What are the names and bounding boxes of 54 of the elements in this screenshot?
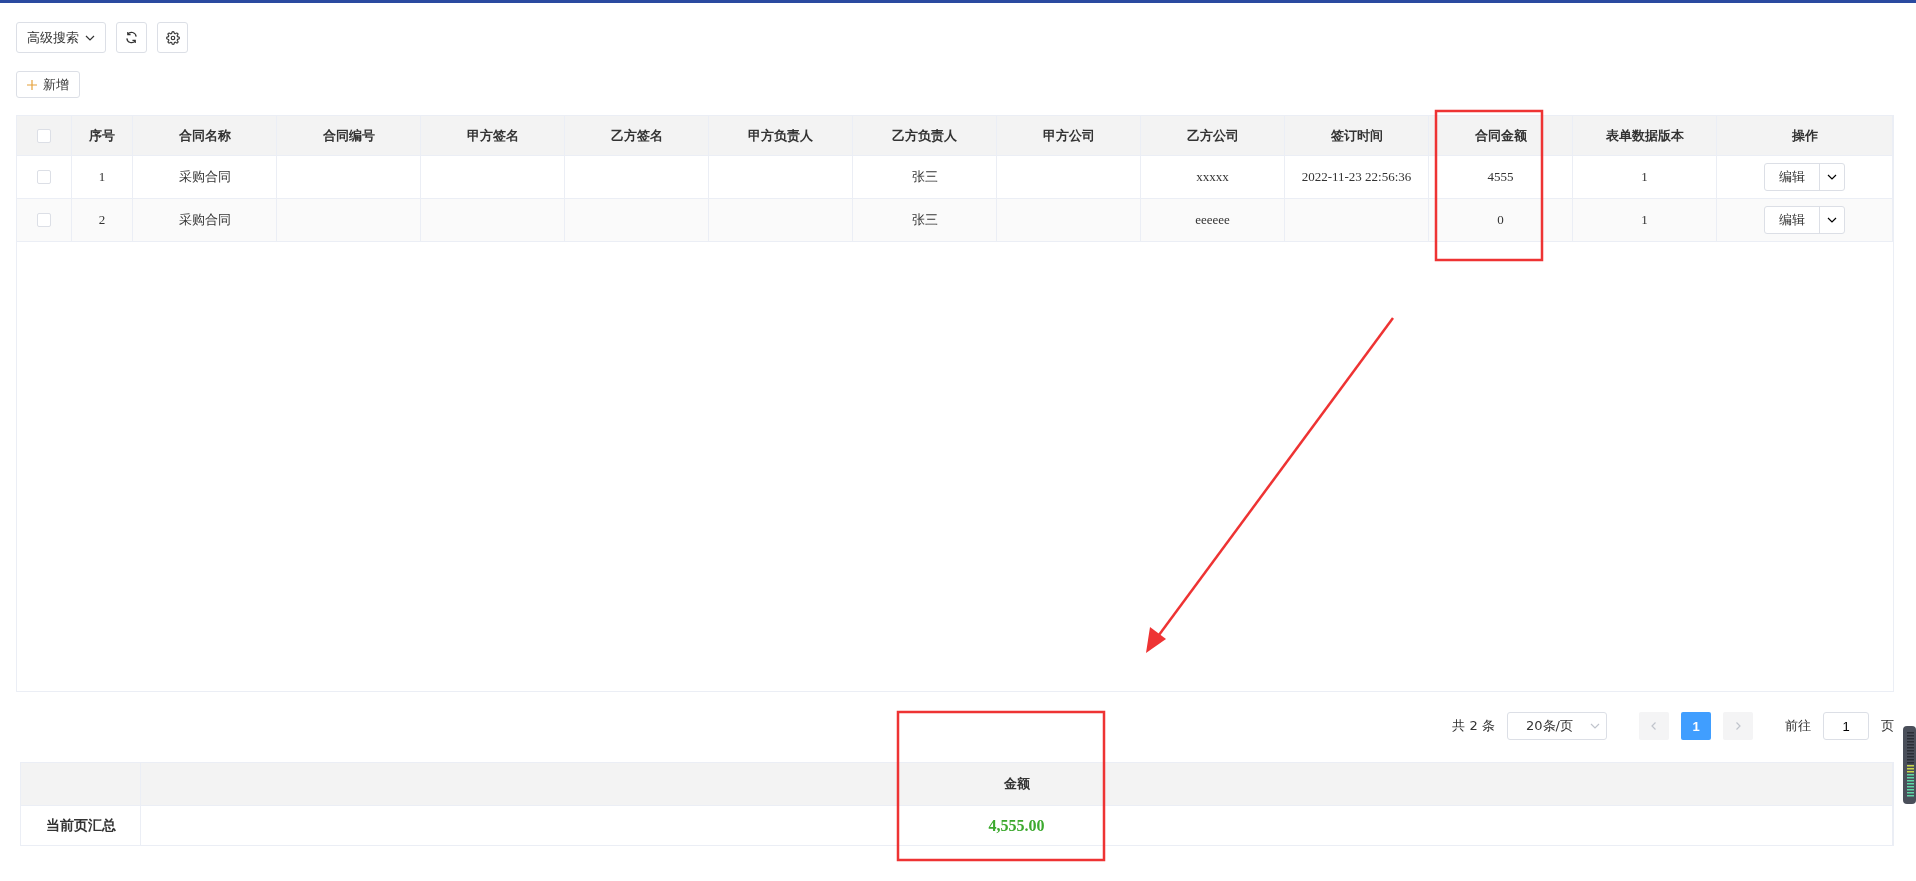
chevron-down-icon — [1827, 172, 1837, 182]
table-cell: 2022-11-23 22:56:36 — [1285, 156, 1429, 199]
refresh-button[interactable] — [116, 22, 147, 53]
table-cell: 4555 — [1429, 156, 1573, 199]
column-header: 乙方公司 — [1141, 116, 1285, 156]
edit-split-button[interactable]: 编辑 — [1764, 163, 1845, 191]
edit-button[interactable]: 编辑 — [1765, 164, 1820, 190]
summary-value: 4,555.00 — [988, 816, 1045, 835]
page-input[interactable]: 1 — [1823, 712, 1869, 740]
column-header: 合同名称 — [133, 116, 277, 156]
table-cell: 采购合同 — [133, 199, 277, 242]
goto-label: 前往 — [1785, 717, 1811, 735]
table-cell: 0 — [1429, 199, 1573, 242]
table-cell: 1 — [1573, 156, 1717, 199]
column-header: 操作 — [1717, 116, 1893, 156]
checkbox[interactable] — [37, 128, 51, 143]
advanced-search-button[interactable]: 高级搜索 — [16, 22, 106, 53]
column-header: 乙方签名 — [565, 116, 709, 156]
prev-page-button[interactable] — [1639, 712, 1669, 740]
column-header: 表单数据版本 — [1573, 116, 1717, 156]
chevron-right-icon — [1733, 721, 1743, 731]
column-header: 合同编号 — [277, 116, 421, 156]
column-header: 金额 — [141, 763, 1893, 805]
settings-button[interactable] — [157, 22, 188, 53]
table-cell: 张三 — [853, 199, 997, 242]
add-button[interactable]: 新增 — [16, 71, 80, 98]
column-header: 甲方签名 — [421, 116, 565, 156]
page-size-select[interactable]: 20条/页 — [1507, 712, 1607, 740]
chevron-down-icon — [1827, 215, 1837, 225]
table-cell: xxxxx — [1141, 156, 1285, 199]
column-header: 序号 — [72, 116, 133, 156]
column-header: 甲方公司 — [997, 116, 1141, 156]
column-header: 乙方负责人 — [853, 116, 997, 156]
total-count: 共 2 条 — [1452, 717, 1495, 735]
table-cell: 采购合同 — [133, 156, 277, 199]
next-page-button[interactable] — [1723, 712, 1753, 740]
page-suffix: 页 — [1881, 717, 1894, 735]
checkbox[interactable] — [37, 213, 51, 227]
table-cell: eeeeee — [1141, 199, 1285, 242]
checkbox[interactable] — [37, 170, 51, 184]
plus-icon — [27, 79, 37, 90]
table-cell: 张三 — [853, 156, 997, 199]
edit-button[interactable]: 编辑 — [1765, 207, 1820, 233]
chevron-left-icon — [1649, 721, 1659, 731]
column-header: 合同金额 — [1429, 116, 1573, 156]
edit-split-button[interactable]: 编辑 — [1764, 206, 1845, 234]
table-cell: 1 — [72, 156, 133, 199]
settings-icon — [165, 30, 180, 45]
refresh-icon — [125, 31, 138, 44]
row-label: 当前页汇总 — [21, 805, 141, 845]
table-cell: 2 — [72, 199, 133, 242]
table-cell: 1 — [1573, 199, 1717, 242]
column-header: 甲方负责人 — [709, 116, 853, 156]
column-header: 签订时间 — [1285, 116, 1429, 156]
